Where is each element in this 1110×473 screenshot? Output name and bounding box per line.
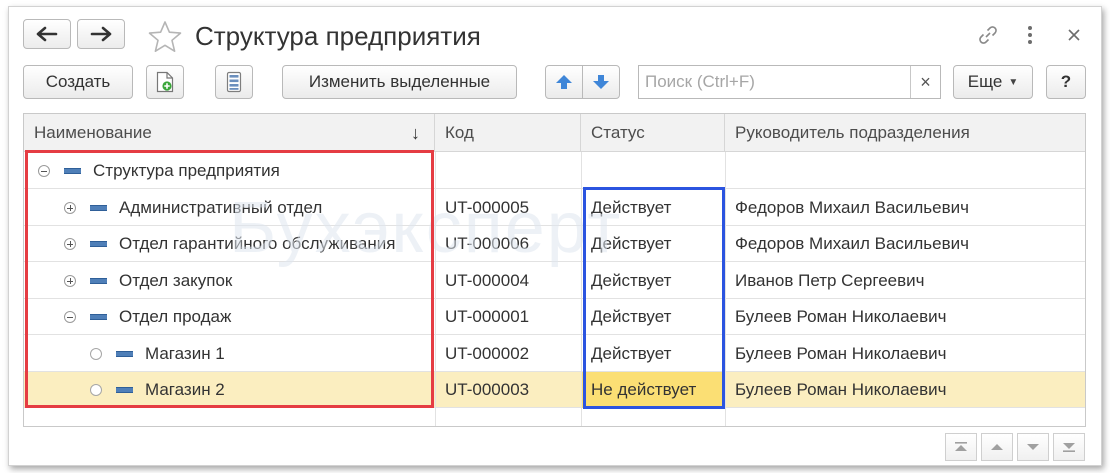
department-icon (64, 168, 81, 174)
cell-head: Иванов Петр Сергеевич (735, 270, 925, 290)
search-input[interactable] (639, 66, 911, 98)
expand-icon[interactable] (64, 238, 76, 250)
cell-code: UT-000001 (445, 307, 530, 326)
table-row[interactable]: Административный отдел UT-000005 Действует… (24, 190, 1085, 226)
structure-table: Наименование ↓ Код Статус Руководитель п… (23, 113, 1086, 427)
department-icon (116, 350, 133, 357)
search-clear-button[interactable]: × (910, 66, 940, 98)
triangle-up-icon (991, 444, 1003, 450)
arrow-left-icon (36, 26, 58, 42)
cell-head: Булеев Роман Николаевич (735, 380, 947, 399)
scroll-to-top-button[interactable] (945, 433, 977, 461)
department-icon (116, 387, 133, 393)
close-icon[interactable] (1061, 22, 1087, 48)
caret-down-icon: ▼ (1008, 76, 1019, 88)
cell-code: UT-000005 (445, 197, 530, 217)
cell-status: Действует (591, 343, 672, 363)
column-divider (581, 152, 582, 426)
scroll-down-button[interactable] (1017, 433, 1049, 461)
cell-name: Отдел закупок (119, 270, 233, 290)
help-button[interactable]: ? (1046, 65, 1086, 99)
cell-code: UT-000003 (445, 380, 530, 399)
scroll-up-button[interactable] (981, 433, 1013, 461)
page-title: Структура предприятия (195, 21, 481, 51)
column-header-name[interactable]: Наименование ↓ (24, 114, 435, 152)
table-row[interactable]: Отдел продаж UT-000001 Действует Булеев Ром… (24, 299, 1085, 335)
cell-head: Булеев Роман Николаевич (735, 343, 947, 363)
leaf-node-icon (90, 384, 102, 396)
arrow-down-icon (593, 75, 609, 89)
double-chevron-up-icon (955, 442, 967, 451)
cell-code: UT-000006 (445, 234, 530, 253)
column-divider (435, 152, 436, 426)
move-up-button[interactable] (545, 65, 583, 99)
table-row[interactable]: Структура предприятия (24, 153, 1085, 189)
cell-status: Действует (591, 197, 672, 217)
cell-name: Магазин 1 (145, 343, 225, 363)
table-row[interactable]: Магазин 2 UT-000003 Не действует Булеев Ром… (24, 372, 1085, 408)
cell-status: Действует (591, 234, 672, 253)
create-button[interactable]: Создать (23, 65, 133, 99)
cell-head: Федоров Михаил Васильевич (735, 234, 970, 253)
column-divider (725, 152, 726, 426)
expand-icon[interactable] (64, 274, 76, 287)
sort-down-icon: ↓ (411, 123, 420, 143)
cell-head: Федоров Михаил Васильевич (735, 197, 970, 217)
add-document-icon (156, 71, 174, 93)
cell-name: Магазин 2 (145, 380, 225, 399)
list-icon (226, 71, 242, 93)
table-row[interactable]: Отдел гарантийного обслуживания UT-000006… (24, 226, 1085, 262)
column-header-head[interactable]: Руководитель подразделения (725, 114, 1085, 152)
department-icon (90, 314, 107, 320)
arrow-right-icon (90, 26, 112, 42)
favorite-star-icon[interactable] (147, 19, 183, 55)
list-view-button[interactable] (215, 65, 253, 99)
cell-head: Булеев Роман Николаевич (735, 307, 947, 326)
cell-name: Отдел гарантийного обслуживания (119, 234, 396, 253)
add-copy-button[interactable] (146, 65, 184, 99)
move-down-button[interactable] (582, 65, 620, 99)
forward-button[interactable] (77, 19, 125, 49)
back-button[interactable] (23, 19, 71, 49)
scroll-to-bottom-button[interactable] (1053, 433, 1085, 461)
cell-name: Отдел продаж (119, 307, 232, 326)
collapse-icon[interactable] (38, 165, 50, 177)
triangle-down-icon (1027, 444, 1039, 450)
collapse-icon[interactable] (64, 311, 76, 323)
leaf-node-icon (90, 347, 102, 360)
cell-name: Структура предприятия (93, 161, 280, 180)
department-icon (90, 241, 107, 247)
change-selected-button[interactable]: Изменить выделенные (282, 65, 517, 99)
cell-status: Действует (591, 307, 672, 326)
column-header-label: Наименование (34, 123, 152, 142)
cell-name: Административный отдел (119, 197, 323, 217)
more-button[interactable]: Еще ▼ (953, 65, 1033, 99)
cell-status: Действует (591, 270, 672, 290)
arrow-up-icon (556, 75, 572, 89)
more-button-label: Еще (967, 72, 1003, 91)
table-header: Наименование ↓ Код Статус Руководитель п… (24, 114, 1085, 152)
expand-icon[interactable] (64, 201, 76, 214)
table-row[interactable]: Отдел закупок UT-000004 Действует Иванов Пе… (24, 263, 1085, 299)
cell-code: UT-000004 (445, 270, 530, 290)
table-row[interactable]: Магазин 1 UT-000002 Действует Булеев Роман … (24, 336, 1085, 372)
link-icon[interactable] (975, 22, 1001, 48)
more-vertical-icon[interactable] (1017, 22, 1043, 48)
department-icon (90, 204, 107, 211)
form-window: Структура предприятия Создать Изменить в… (8, 6, 1102, 466)
double-chevron-down-icon (1063, 443, 1075, 452)
column-header-status[interactable]: Статус (581, 114, 725, 152)
column-header-code[interactable]: Код (435, 114, 581, 152)
cell-status: Не действует (581, 372, 725, 408)
department-icon (90, 277, 107, 284)
search-field[interactable]: × (638, 65, 941, 99)
cell-code: UT-000002 (445, 343, 530, 363)
